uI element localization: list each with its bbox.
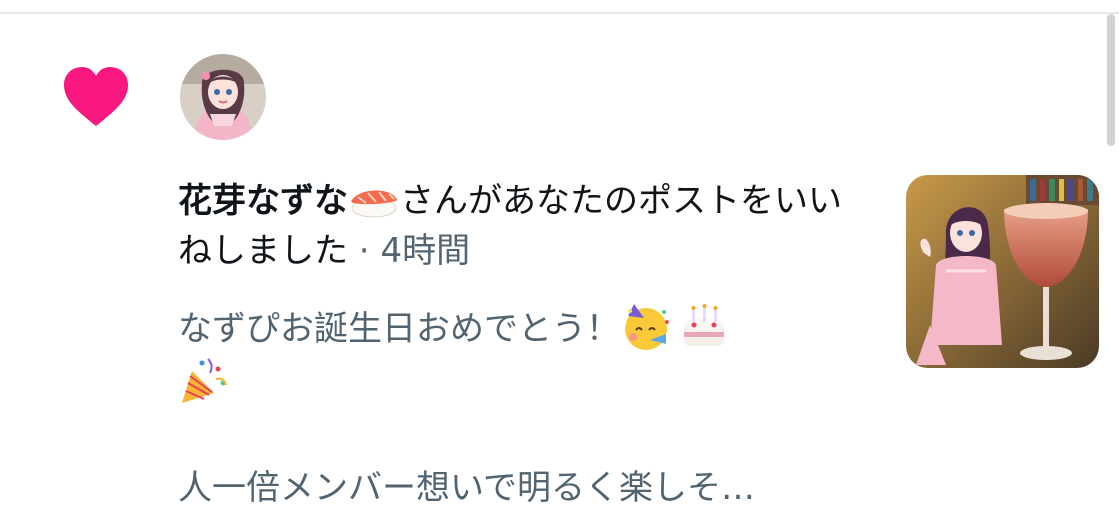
user-name[interactable]: 花芽なずな	[178, 181, 348, 221]
notification-screen: 花芽なずな さんがあなたのポストをいいねしました · 4時間 なずぴお誕生日おめ…	[0, 0, 1119, 520]
post-thumbnail[interactable]	[906, 175, 1099, 368]
party-popper-emoji	[182, 358, 227, 403]
post-text[interactable]: なずぴお誕生日おめでとう！	[178, 300, 858, 410]
timestamp: 4時間	[380, 231, 471, 271]
partying-face-emoji	[625, 304, 669, 350]
post-line1: なずぴお誕生日おめでとう！	[178, 309, 620, 349]
user-avatar[interactable]	[180, 54, 266, 140]
meta-separator: ·	[348, 231, 381, 271]
post-preview[interactable]: 人一倍メンバー想いで明るく楽しそ…	[178, 462, 868, 514]
heart-icon	[64, 67, 128, 126]
scrollbar[interactable]	[1107, 14, 1115, 146]
birthday-cake-emoji	[684, 304, 724, 346]
notification-text[interactable]: 花芽なずな さんがあなたのポストをいいねしました · 4時間	[178, 176, 868, 276]
divider	[0, 12, 1119, 14]
sushi-emoji	[351, 190, 397, 218]
